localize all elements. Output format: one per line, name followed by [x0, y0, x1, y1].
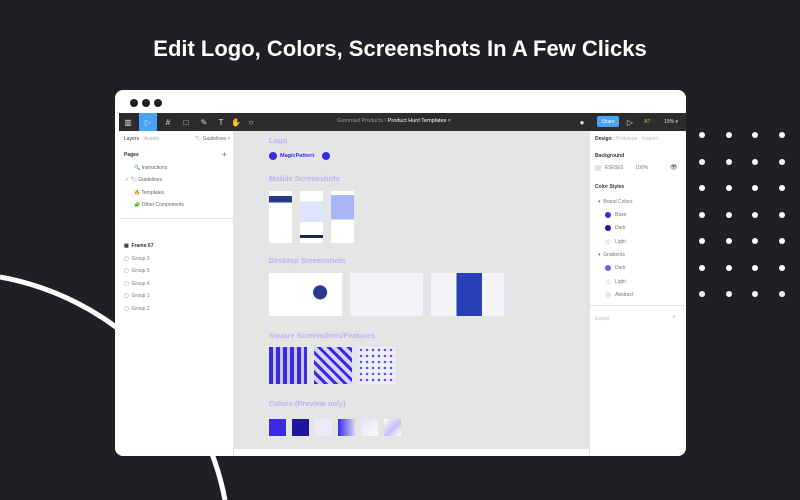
swatch-gradient-abstract[interactable]: [384, 419, 401, 436]
page-templates[interactable]: 🔥 Templates: [134, 190, 164, 196]
breadcrumb: Gumroad Products / Product Hunt Template…: [337, 118, 451, 124]
frame-tool-icon[interactable]: #: [161, 113, 175, 131]
mobile-screenshot-1[interactable]: [269, 191, 292, 243]
style-brand-light[interactable]: Light: [605, 239, 626, 245]
window-controls: [130, 99, 162, 107]
style-brand-dark[interactable]: Dark: [605, 225, 626, 231]
square-screenshot-3[interactable]: [358, 347, 396, 384]
colors-section-title: Colors (Preview only): [269, 399, 346, 408]
canvas[interactable]: Logo MagicPattern Mobile Screenshots Des…: [234, 131, 589, 449]
hand-tool-icon[interactable]: ✋: [231, 113, 241, 131]
logo-preview[interactable]: MagicPattern: [269, 152, 330, 160]
layer-group-1[interactable]: ▢ Group 1: [124, 293, 150, 299]
swatch-brand-dark[interactable]: [292, 419, 309, 436]
present-icon[interactable]: ▷: [626, 113, 634, 131]
breadcrumb-parent[interactable]: Gumroad Products: [337, 118, 383, 124]
zoom-select[interactable]: 19% ▾: [662, 113, 680, 131]
layer-group-2[interactable]: ▢ Group 2: [124, 306, 150, 312]
page-select[interactable]: 🏷 Guidelines ˄: [195, 136, 231, 142]
layer-frame-67[interactable]: ▦ Frame 67: [124, 243, 153, 249]
decorative-dot-grid: [699, 132, 785, 297]
swatch-gradient-light[interactable]: [361, 419, 378, 436]
square-section-title: Square Screenshots/Features: [269, 331, 375, 340]
pages-title: Pages: [124, 152, 139, 158]
style-gradient-light[interactable]: Light: [605, 279, 626, 285]
pen-tool-icon[interactable]: ✎: [197, 113, 211, 131]
file-name[interactable]: Product Hunt Templates: [388, 118, 447, 124]
style-gradient-dark[interactable]: Dark: [605, 265, 626, 271]
bg-opacity[interactable]: 100%: [635, 165, 648, 171]
swatch-gradient-dark[interactable]: [338, 419, 355, 436]
page-other-components[interactable]: 🧩 Other Components: [134, 202, 184, 208]
toolbar: ▥ ▷ # □ ✎ T ✋ ○ Gumroad Products / Produ…: [119, 113, 686, 131]
desktop-section-title: Desktop Screenshots: [269, 256, 346, 265]
divider: [119, 218, 234, 219]
main-menu-icon[interactable]: ▥: [121, 113, 135, 131]
tab-design[interactable]: Design: [595, 136, 612, 142]
page-guidelines[interactable]: ✓ 🏷 Guidelines: [125, 177, 162, 183]
maximize-dot[interactable]: [154, 99, 162, 107]
mobile-section-title: Mobile Screenshots: [269, 174, 340, 183]
background-fill[interactable]: E5E5E5 100%: [595, 165, 648, 171]
gradients-group[interactable]: ▾ Gradients: [598, 252, 625, 258]
layer-group-4[interactable]: ▢ Group 4: [124, 281, 150, 287]
desktop-screenshot-3[interactable]: [431, 273, 504, 316]
tab-inspect[interactable]: Inspect: [642, 136, 658, 142]
tab-prototype[interactable]: Prototype: [616, 136, 637, 142]
breadcrumb-separator: /: [384, 118, 387, 124]
layer-group-5[interactable]: ▢ Group 5: [124, 268, 150, 274]
move-tool-icon[interactable]: ▷: [139, 113, 157, 131]
divider: [590, 305, 684, 306]
mobile-screenshot-2[interactable]: [300, 191, 323, 243]
export-title: Export: [595, 316, 610, 322]
brand-colors-group[interactable]: ▾ Brand Colors: [598, 199, 632, 205]
minimize-dot[interactable]: [142, 99, 150, 107]
desktop-screenshot-1[interactable]: [269, 273, 342, 316]
color-styles-title: Color Styles: [595, 184, 625, 190]
text-tool-icon[interactable]: T: [216, 113, 226, 131]
app-window: ▥ ▷ # □ ✎ T ✋ ○ Gumroad Products / Produ…: [115, 90, 686, 456]
plugin-icon[interactable]: A?: [642, 113, 652, 131]
mobile-screenshot-3[interactable]: [331, 191, 354, 243]
style-brand-base[interactable]: Base: [605, 212, 626, 218]
add-export-button[interactable]: +: [672, 314, 676, 321]
logo-section-title: Logo: [269, 136, 288, 145]
page-instructions[interactable]: 🔍 Instructions: [134, 165, 167, 171]
eye-icon[interactable]: 👁: [670, 164, 678, 171]
right-panel: Design Prototype Inspect Background E5E5…: [589, 131, 684, 456]
avatar[interactable]: ●: [577, 113, 587, 131]
tab-assets[interactable]: Assets: [144, 136, 159, 142]
style-gradient-abstract[interactable]: Abstract: [605, 292, 633, 298]
square-screenshot-2[interactable]: [314, 347, 352, 384]
comment-tool-icon[interactable]: ○: [246, 113, 256, 131]
square-screenshot-1[interactable]: [269, 347, 307, 384]
tab-layers[interactable]: Layers: [124, 136, 139, 142]
share-button[interactable]: Share: [597, 116, 619, 127]
swatch-brand-base[interactable]: [269, 419, 286, 436]
add-page-button[interactable]: +: [222, 150, 227, 159]
bg-hex[interactable]: E5E5E5: [605, 165, 623, 171]
shape-tool-icon[interactable]: □: [179, 113, 193, 131]
desktop-screenshot-2[interactable]: [350, 273, 423, 316]
swatch-brand-light[interactable]: [315, 419, 332, 436]
bg-swatch[interactable]: [595, 165, 601, 171]
close-dot[interactable]: [130, 99, 138, 107]
layer-group-3[interactable]: ▢ Group 3: [124, 256, 150, 262]
left-panel: Layers Assets 🏷 Guidelines ˄ Pages + 🔍 I…: [119, 131, 234, 456]
background-title: Background: [595, 153, 625, 159]
